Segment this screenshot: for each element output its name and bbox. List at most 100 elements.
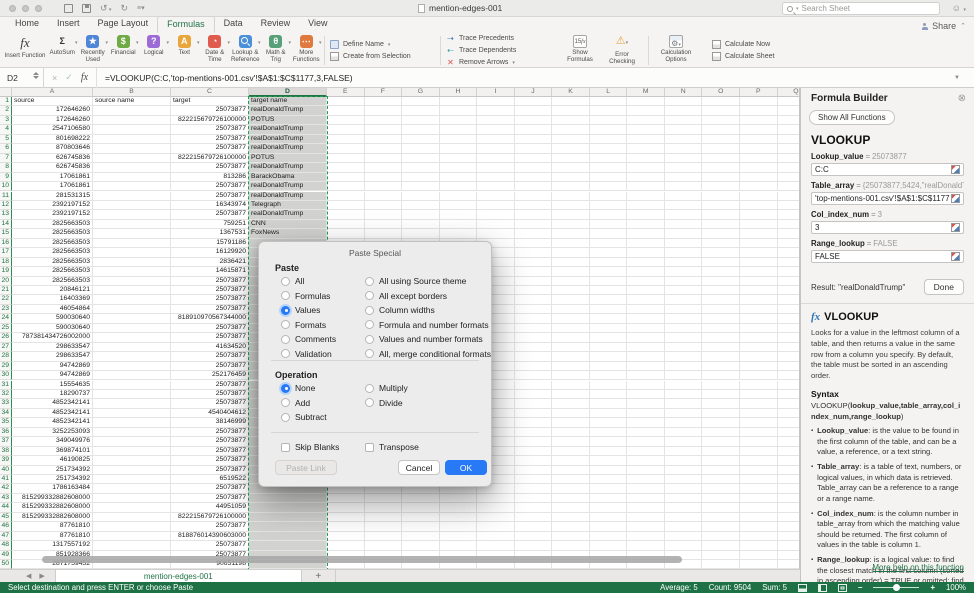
tab-page-layout[interactable]: Page Layout	[89, 16, 158, 33]
name-box[interactable]: D2	[0, 68, 44, 88]
cell-C17[interactable]: 16129920	[171, 248, 249, 257]
radio-selected[interactable]	[281, 306, 290, 315]
cell-P13[interactable]	[740, 210, 778, 219]
cell-Q31[interactable]	[778, 381, 800, 390]
radio-icon[interactable]	[365, 291, 374, 300]
cell-D3[interactable]: POTUS	[249, 116, 327, 125]
cell-K11[interactable]	[552, 192, 590, 201]
cell-B2[interactable]	[93, 106, 171, 115]
cell-L38[interactable]	[590, 447, 628, 456]
cell-A7[interactable]: 626745836	[12, 154, 93, 163]
cell-C13[interactable]: 25073877	[171, 210, 249, 219]
cell-P42[interactable]	[740, 484, 778, 493]
cell-M15[interactable]	[627, 229, 665, 238]
cell-B45[interactable]	[93, 513, 171, 522]
cell-M36[interactable]	[627, 428, 665, 437]
cell-K2[interactable]	[552, 106, 590, 115]
cell-L26[interactable]	[590, 333, 628, 342]
cell-B7[interactable]	[93, 154, 171, 163]
cell-J18[interactable]	[515, 258, 553, 267]
cell-D10[interactable]: realDonaldTrump	[249, 182, 327, 191]
cell-C44[interactable]: 44951059	[171, 503, 249, 512]
ribbon-calculate-now[interactable]: Calculate Now	[712, 40, 774, 49]
cell-P20[interactable]	[740, 277, 778, 286]
cell-L9[interactable]	[590, 173, 628, 182]
cell-N10[interactable]	[665, 182, 703, 191]
cell-N43[interactable]	[665, 494, 703, 503]
cell-M13[interactable]	[627, 210, 665, 219]
radio-selected[interactable]	[281, 384, 290, 393]
cell-Q32[interactable]	[778, 390, 800, 399]
cell-K32[interactable]	[552, 390, 590, 399]
cell-F43[interactable]	[365, 494, 403, 503]
cell-C36[interactable]: 25073877	[171, 428, 249, 437]
cell-M14[interactable]	[627, 220, 665, 229]
cell-K17[interactable]	[552, 248, 590, 257]
cell-L21[interactable]	[590, 286, 628, 295]
cell-F15[interactable]	[365, 229, 403, 238]
cell-Q10[interactable]	[778, 182, 800, 191]
cell-P36[interactable]	[740, 428, 778, 437]
cell-K26[interactable]	[552, 333, 590, 342]
cell-B18[interactable]	[93, 258, 171, 267]
cell-M10[interactable]	[627, 182, 665, 191]
row-header-39[interactable]: 39	[0, 456, 12, 465]
arg-input-lookup_value[interactable]: C:C	[811, 163, 964, 176]
cell-P28[interactable]	[740, 352, 778, 361]
cell-F14[interactable]	[365, 220, 403, 229]
normal-view-icon[interactable]	[798, 584, 807, 592]
cell-M45[interactable]	[627, 513, 665, 522]
customize-toolbar-icon[interactable]: ≡▾	[137, 4, 145, 12]
tab-insert[interactable]: Insert	[48, 16, 89, 33]
cell-F48[interactable]	[365, 541, 403, 550]
cell-Q7[interactable]	[778, 154, 800, 163]
cell-N35[interactable]	[665, 418, 703, 427]
undo-icon[interactable]: ↺ ▾	[100, 3, 111, 14]
cell-L22[interactable]	[590, 295, 628, 304]
cell-M33[interactable]	[627, 399, 665, 408]
cell-Q9[interactable]	[778, 173, 800, 182]
cell-Q12[interactable]	[778, 201, 800, 210]
cell-B35[interactable]	[93, 418, 171, 427]
cell-O36[interactable]	[702, 428, 740, 437]
close-panel-icon[interactable]: ⊗	[958, 93, 966, 104]
cell-M5[interactable]	[627, 135, 665, 144]
option-subtract[interactable]: Subtract	[281, 412, 327, 422]
cell-L13[interactable]	[590, 210, 628, 219]
column-header-A[interactable]: A	[12, 88, 93, 97]
range-selector-icon[interactable]	[951, 165, 960, 174]
cell-M9[interactable]	[627, 173, 665, 182]
cell-Q2[interactable]	[778, 106, 800, 115]
cell-J40[interactable]	[515, 466, 553, 475]
row-header-33[interactable]: 33	[0, 399, 12, 408]
cell-G48[interactable]	[402, 541, 440, 550]
cell-B22[interactable]	[93, 295, 171, 304]
cell-C41[interactable]: 6519522	[171, 475, 249, 484]
cell-N16[interactable]	[665, 239, 703, 248]
cell-K45[interactable]	[552, 513, 590, 522]
cell-K1[interactable]	[552, 97, 590, 106]
cell-P18[interactable]	[740, 258, 778, 267]
cell-B29[interactable]	[93, 362, 171, 371]
cell-J39[interactable]	[515, 456, 553, 465]
radio-icon[interactable]	[281, 291, 290, 300]
cell-F9[interactable]	[365, 173, 403, 182]
cell-A29[interactable]: 94742869	[12, 362, 93, 371]
cell-N23[interactable]	[665, 305, 703, 314]
row-header-43[interactable]: 43	[0, 494, 12, 503]
range-selector-icon[interactable]	[951, 252, 960, 261]
cell-A10[interactable]: 17061861	[12, 182, 93, 191]
cell-L8[interactable]	[590, 163, 628, 172]
cell-N25[interactable]	[665, 324, 703, 333]
row-header-42[interactable]: 42	[0, 484, 12, 493]
cell-P45[interactable]	[740, 513, 778, 522]
cell-G5[interactable]	[402, 135, 440, 144]
cell-C43[interactable]: 25073877	[171, 494, 249, 503]
cell-N45[interactable]	[665, 513, 703, 522]
cell-J45[interactable]	[515, 513, 553, 522]
cell-O14[interactable]	[702, 220, 740, 229]
cell-A1[interactable]: source	[12, 97, 93, 106]
cell-J41[interactable]	[515, 475, 553, 484]
option-all-merge-conditional-formats[interactable]: All, merge conditional formats	[365, 349, 491, 359]
cell-D46[interactable]	[249, 522, 327, 531]
